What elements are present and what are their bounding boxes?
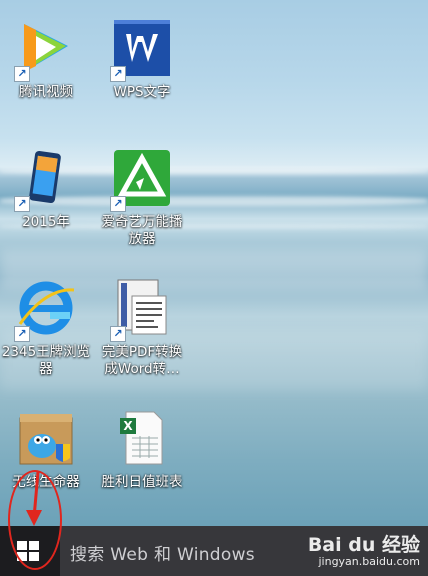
desktop-icon-pdf-converter[interactable]: ↗ 完美PDF转换成Word转… <box>96 278 188 378</box>
shortcut-arrow-icon: ↗ <box>14 326 30 342</box>
baidu-jingyan-watermark: Bai du 经验 jingyan.baidu.com <box>308 530 420 568</box>
icon-label: 腾讯视频 <box>19 84 73 100</box>
desktop-icon-iqiyi-player[interactable]: ↗ 爱奇艺万能播放器 <box>96 148 188 248</box>
icon-label: 胜利日值班表 <box>101 474 183 490</box>
iqiyi-player-icon: ↗ <box>110 148 172 212</box>
wifi-bird-box-icon <box>16 408 76 468</box>
desktop-icon-duty-roster[interactable]: X 胜利日值班表 <box>96 408 188 491</box>
ie-browser-icon: ↗ <box>14 278 76 342</box>
icon-label: 2345王牌浏览器 <box>1 344 91 377</box>
annotation-arrow-icon <box>26 471 42 526</box>
search-placeholder: 搜索 Web 和 Windows <box>70 545 255 565</box>
phone-icon: ↗ <box>14 148 76 212</box>
shortcut-arrow-icon: ↗ <box>14 196 30 212</box>
icon-label: WPS文字 <box>113 84 171 100</box>
wps-writer-icon: ↗ <box>110 18 172 82</box>
desktop-icon-2015[interactable]: ↗ 2015年 <box>0 148 92 231</box>
icon-label: 2015年 <box>22 214 70 230</box>
desktop-icon-2345-browser[interactable]: ↗ 2345王牌浏览器 <box>0 278 92 378</box>
watermark-logo: Bai du 经验 <box>307 534 420 556</box>
svg-text:X: X <box>123 419 133 433</box>
shortcut-arrow-icon: ↗ <box>110 196 126 212</box>
pdf-converter-icon: ↗ <box>110 278 172 342</box>
desktop: ↗ 腾讯视频 ↗ WPS文字 ↗ 2015年 ↗ 爱奇艺万能播放器 ↗ 2345… <box>0 0 428 576</box>
icon-label: 爱奇艺万能播放器 <box>101 214 183 247</box>
icon-label: 完美PDF转换成Word转… <box>101 344 183 377</box>
watermark-url: jingyan.baidu.com <box>318 555 420 568</box>
desktop-icon-wps-writer[interactable]: ↗ WPS文字 <box>96 18 188 101</box>
shortcut-arrow-icon: ↗ <box>110 326 126 342</box>
excel-icon: X <box>112 408 172 468</box>
shortcut-arrow-icon: ↗ <box>14 66 30 82</box>
desktop-icon-tencent-video[interactable]: ↗ 腾讯视频 <box>0 18 92 101</box>
tencent-video-icon: ↗ <box>14 18 76 82</box>
shortcut-arrow-icon: ↗ <box>110 66 126 82</box>
